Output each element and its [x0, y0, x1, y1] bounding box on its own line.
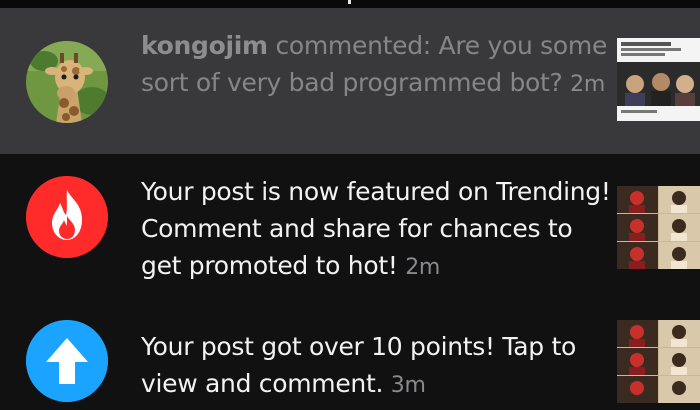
notification-text: Your post got over 10 points! Tap to vie… — [141, 328, 611, 404]
notification-item-points[interactable]: Your post got over 10 points! Tap to vie… — [0, 306, 700, 410]
meme-screenshot-thumbnail — [617, 38, 700, 121]
notification-text: Your post is now featured on Trending! C… — [141, 173, 611, 286]
user-avatar[interactable] — [26, 41, 108, 123]
username[interactable]: kongojim — [141, 31, 268, 60]
anime-grid-thumbnail — [617, 320, 700, 403]
arrow-up-icon — [26, 320, 108, 402]
post-thumbnail[interactable] — [617, 186, 700, 269]
top-bar-marker — [348, 0, 351, 4]
notification-message: Your post got over 10 points! Tap to vie… — [141, 332, 576, 398]
timestamp: 3m — [390, 373, 426, 398]
post-thumbnail[interactable] — [617, 38, 700, 121]
flame-badge — [26, 176, 108, 258]
notification-item-comment[interactable]: kongojim commented: Are you some sort of… — [0, 8, 700, 154]
upvote-badge — [26, 320, 108, 402]
anime-grid-thumbnail — [617, 186, 700, 269]
top-bar — [0, 0, 700, 8]
flame-icon — [26, 176, 108, 258]
notification-list: kongojim commented: Are you some sort of… — [0, 8, 700, 410]
post-thumbnail[interactable] — [617, 320, 700, 403]
giraffe-avatar-image — [26, 41, 108, 123]
notification-item-trending[interactable]: Your post is now featured on Trending! C… — [0, 168, 700, 288]
notification-message: Your post is now featured on Trending! C… — [141, 177, 611, 280]
timestamp: 2m — [405, 255, 441, 280]
notification-text: kongojim commented: Are you some sort of… — [141, 27, 611, 103]
timestamp: 2m — [570, 72, 605, 97]
